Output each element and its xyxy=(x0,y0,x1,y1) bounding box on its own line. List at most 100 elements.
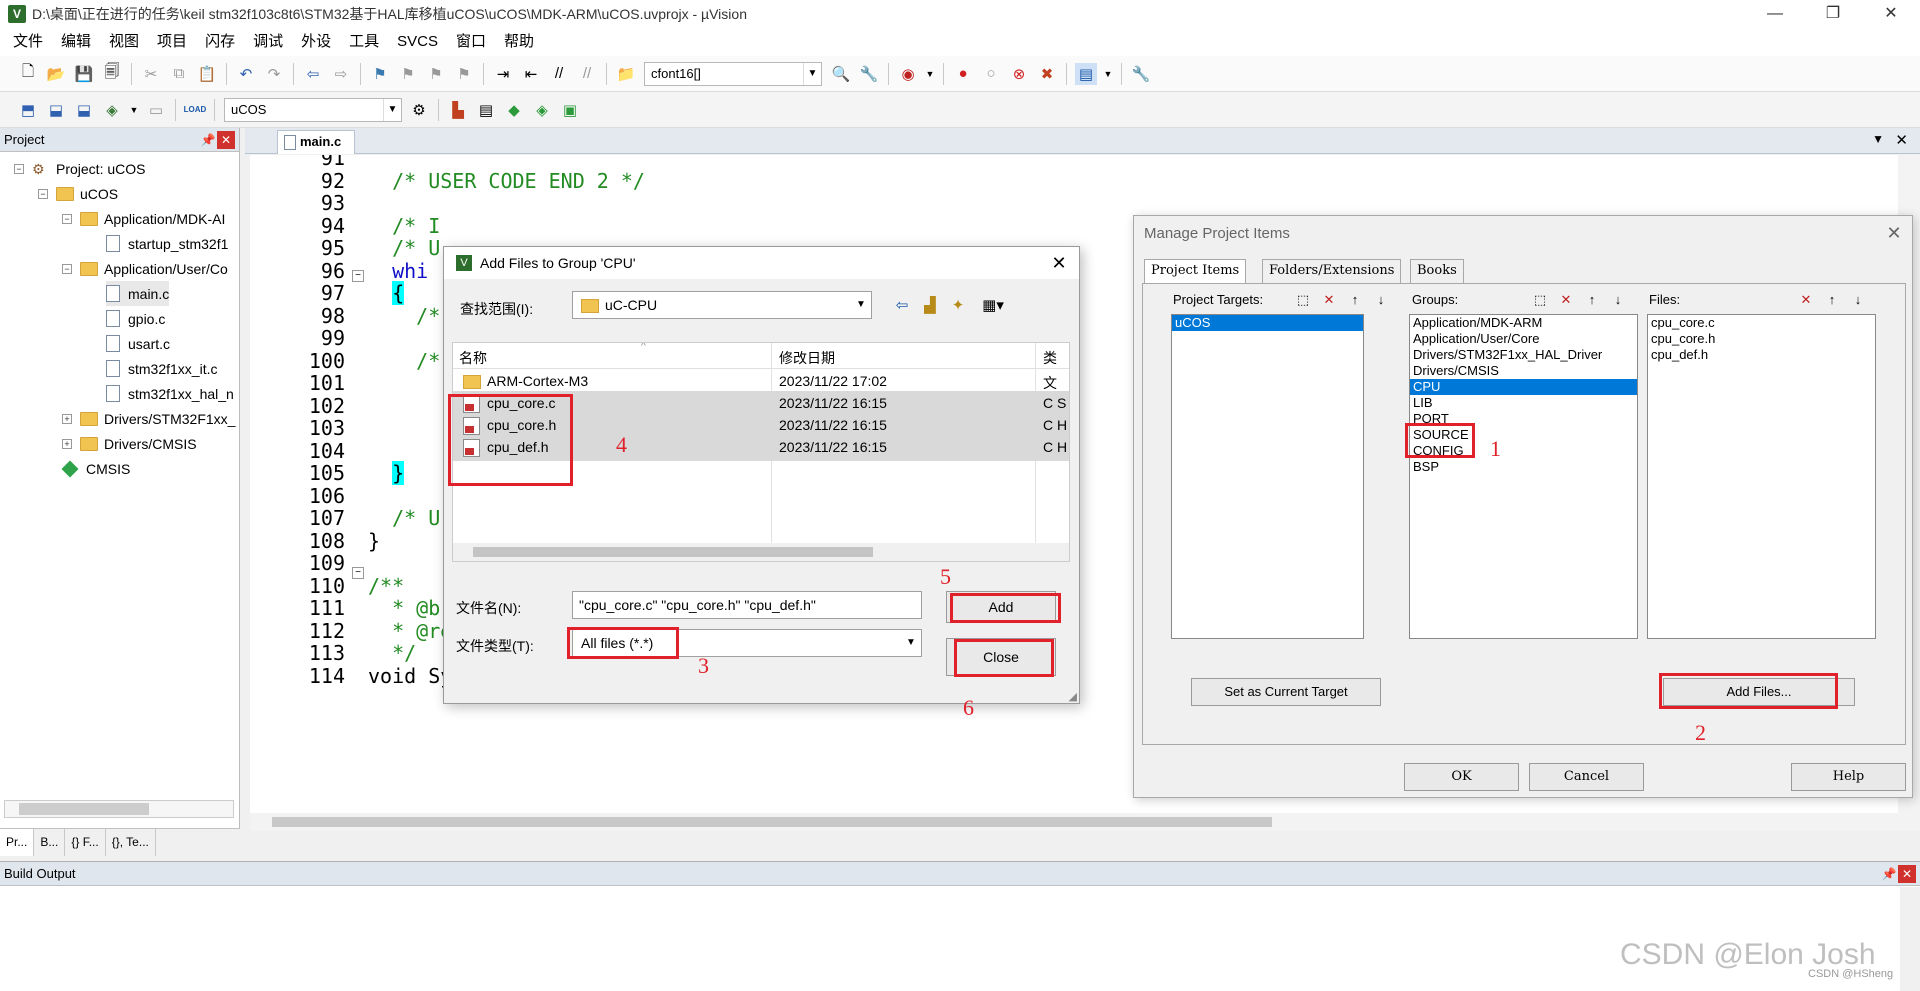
project-targets-list[interactable]: uCOS xyxy=(1171,314,1364,639)
target-item[interactable]: uCOS xyxy=(1172,315,1363,331)
tab-project[interactable]: Pr... xyxy=(0,829,35,856)
close-icon[interactable]: ✕ xyxy=(1039,253,1079,274)
group-item[interactable]: CPU xyxy=(1410,379,1637,395)
tab-project-items[interactable]: Project Items xyxy=(1144,259,1247,285)
chevron-down-icon[interactable]: ▼ xyxy=(1103,63,1113,85)
menu-view[interactable]: 视图 xyxy=(100,28,148,56)
build-output-vscrollbar[interactable] xyxy=(1900,887,1920,991)
pack-installer-icon[interactable]: ▣ xyxy=(559,99,581,121)
manage-project-items-icon[interactable]: ▙ xyxy=(447,99,469,121)
file-item[interactable]: cpu_core.h xyxy=(1648,331,1875,347)
tree-item[interactable]: CMSIS xyxy=(61,456,130,481)
tree-item[interactable]: startup_stm32f1 xyxy=(106,231,228,256)
find-in-files-icon[interactable]: 📁 xyxy=(615,63,637,85)
files-list[interactable]: cpu_core.c cpu_core.h cpu_def.h xyxy=(1647,314,1876,639)
tree-item[interactable]: + Drivers/STM32F1xx_ xyxy=(62,406,235,431)
fold-toggle-icon[interactable]: − xyxy=(352,270,364,282)
move-down-icon[interactable]: ↓ xyxy=(1849,291,1867,309)
column-type[interactable]: 类 xyxy=(1043,348,1057,368)
tree-item[interactable]: − ⚙ Project: uCOS xyxy=(14,156,145,181)
unindent-icon[interactable]: ⇤ xyxy=(520,63,542,85)
chevron-down-icon[interactable]: ▼ xyxy=(925,63,935,85)
expand-icon[interactable]: + xyxy=(62,413,72,424)
project-hscrollbar[interactable] xyxy=(4,800,234,818)
minimize-button[interactable]: — xyxy=(1746,0,1804,28)
chevron-down-icon[interactable]: ▼ xyxy=(901,630,921,656)
scrollbar-thumb[interactable] xyxy=(272,817,1272,827)
column-name[interactable]: 名称 xyxy=(459,348,487,368)
delete-file-icon[interactable]: ✕ xyxy=(1797,291,1815,309)
tab-templates[interactable]: {}, Te... xyxy=(106,829,156,856)
rebuild-icon[interactable]: ⬓ xyxy=(73,99,95,121)
file-extensions-icon[interactable]: ▤ xyxy=(475,99,497,121)
view-menu-icon[interactable]: ▦▾ xyxy=(975,294,1011,316)
group-item[interactable]: Application/MDK-ARM xyxy=(1410,315,1637,331)
copy-icon[interactable]: ⧉ xyxy=(168,63,190,85)
next-bookmark-icon[interactable]: ⚑ xyxy=(425,63,447,85)
find-icon[interactable]: 🔍 xyxy=(830,63,852,85)
filename-input[interactable]: "cpu_core.c" "cpu_core.h" "cpu_def.h" xyxy=(572,591,922,619)
disable-breakpoint-icon[interactable]: ○ xyxy=(980,63,1002,85)
move-down-icon[interactable]: ↓ xyxy=(1372,291,1390,309)
window-layout-icon[interactable]: ▤ xyxy=(1075,62,1097,85)
column-date[interactable]: 修改日期 xyxy=(779,348,835,368)
menu-window[interactable]: 窗口 xyxy=(447,28,495,56)
menu-edit[interactable]: 编辑 xyxy=(52,28,100,56)
collapse-icon[interactable]: − xyxy=(38,188,48,199)
open-file-icon[interactable]: 📂 xyxy=(45,63,67,85)
translate-icon[interactable]: ⬒ xyxy=(17,99,39,121)
group-item[interactable]: Drivers/STM32F1xx_HAL_Driver xyxy=(1410,347,1637,363)
stop-build-icon[interactable]: ▭ xyxy=(145,99,167,121)
tree-item[interactable]: stm32f1xx_it.c xyxy=(106,356,217,381)
scrollbar-thumb[interactable] xyxy=(473,547,873,557)
up-folder-icon[interactable]: ▟ xyxy=(919,294,941,316)
tab-books[interactable]: Books xyxy=(1410,259,1464,283)
back-icon[interactable]: ⇦ xyxy=(891,294,913,316)
tab-functions[interactable]: {} F... xyxy=(65,829,106,856)
menu-project[interactable]: 项目 xyxy=(148,28,196,56)
delete-target-icon[interactable]: ✕ xyxy=(1320,291,1338,309)
tab-list-dropdown-icon[interactable]: ▼ xyxy=(1872,132,1884,146)
breakpoint-icon[interactable]: ● xyxy=(952,63,974,85)
delete-group-icon[interactable]: ✕ xyxy=(1557,291,1575,309)
menu-debug[interactable]: 调试 xyxy=(244,28,292,56)
group-item[interactable]: LIB xyxy=(1410,395,1637,411)
new-folder-icon[interactable]: ✦ xyxy=(947,294,969,316)
indent-icon[interactable]: ⇥ xyxy=(492,63,514,85)
build-icon[interactable]: ⬓ xyxy=(45,99,67,121)
editor-tab-main-c[interactable]: main.c xyxy=(277,130,355,154)
tab-folders-extensions[interactable]: Folders/Extensions xyxy=(1262,259,1402,283)
scrollbar-thumb[interactable] xyxy=(19,803,149,815)
cut-icon[interactable]: ✂ xyxy=(140,63,162,85)
menu-flash[interactable]: 闪存 xyxy=(196,28,244,56)
tree-item[interactable]: main.c xyxy=(106,281,170,306)
menu-help[interactable]: 帮助 xyxy=(495,28,543,56)
collapse-icon[interactable]: − xyxy=(62,213,72,224)
close-window-button[interactable]: ✕ xyxy=(1862,0,1920,28)
nav-back-icon[interactable]: ⇦ xyxy=(302,63,324,85)
group-item[interactable]: Drivers/CMSIS xyxy=(1410,363,1637,379)
close-tab-icon[interactable]: ✕ xyxy=(1895,131,1908,149)
save-icon[interactable]: 💾 xyxy=(73,63,95,85)
close-icon[interactable]: ✕ xyxy=(217,130,235,149)
move-up-icon[interactable]: ↑ xyxy=(1823,291,1841,309)
expand-icon[interactable]: + xyxy=(62,438,72,449)
paste-icon[interactable]: 📋 xyxy=(196,63,218,85)
collapse-icon[interactable]: − xyxy=(14,163,24,174)
save-all-icon[interactable]: 🗐 xyxy=(101,63,123,85)
prev-bookmark-icon[interactable]: ⚑ xyxy=(397,63,419,85)
move-down-icon[interactable]: ↓ xyxy=(1609,291,1627,309)
resize-grip-icon[interactable]: ◢ xyxy=(1069,690,1077,703)
find-combo[interactable]: cfont16[] ▼ xyxy=(644,61,822,86)
group-item[interactable]: BSP xyxy=(1410,459,1637,475)
tree-item[interactable]: usart.c xyxy=(106,331,170,356)
debug-session-icon[interactable]: ◉ xyxy=(897,63,919,85)
tree-item[interactable]: gpio.c xyxy=(106,306,165,331)
close-icon[interactable]: ✕ xyxy=(1876,223,1912,244)
configure-icon[interactable]: 🔧 xyxy=(1130,63,1152,85)
look-in-select[interactable]: uC-CPU ▼ xyxy=(572,291,872,319)
maximize-button[interactable]: ❐ xyxy=(1804,0,1862,28)
tree-item[interactable]: stm32f1xx_hal_n xyxy=(106,381,234,406)
manage-rte-icon[interactable]: ◆ xyxy=(503,99,525,121)
menu-file[interactable]: 文件 xyxy=(4,28,52,56)
